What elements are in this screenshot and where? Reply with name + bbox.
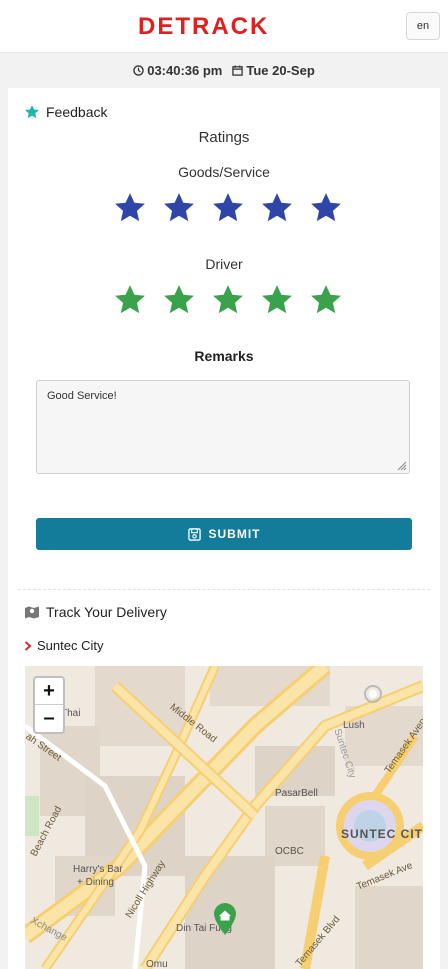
location-name: Suntec City: [37, 638, 104, 653]
driver-star-5[interactable]: [309, 283, 343, 317]
feedback-title: Feedback: [46, 104, 108, 120]
submit-button[interactable]: SUBMIT: [36, 518, 412, 550]
datetime-bar: 03:40:36 pm Tue 20-Sep: [0, 53, 448, 87]
logo-text: DETRACK: [138, 14, 269, 38]
goods-rating: [113, 190, 343, 226]
remarks-text: Good Service!: [47, 390, 117, 402]
map-label-harrys-bar: Harry's Bar: [73, 864, 123, 875]
driver-star-1[interactable]: [113, 283, 147, 317]
feedback-card: Feedback Ratings Goods/Service Driver Re…: [8, 88, 440, 969]
map-label-pasarbell: PasarBell: [275, 788, 318, 799]
map-label-lush: Lush: [343, 720, 365, 731]
goods-star-2[interactable]: [162, 191, 196, 225]
remarks-textarea[interactable]: Good Service!: [36, 380, 410, 474]
goods-star-4[interactable]: [260, 191, 294, 225]
driver-label: Driver: [205, 256, 243, 272]
track-delivery-heading: Track Your Delivery: [24, 604, 167, 620]
driver-star-4[interactable]: [260, 283, 294, 317]
map-icon: [25, 606, 39, 619]
goods-service-label: Goods/Service: [178, 164, 270, 180]
submit-label: SUBMIT: [208, 527, 261, 541]
detrack-logo: DETRACK: [138, 14, 312, 38]
track-title: Track Your Delivery: [46, 604, 167, 620]
language-selector[interactable]: en: [406, 12, 440, 40]
calendar-icon: [232, 64, 244, 76]
app-header: DETRACK en: [0, 0, 448, 53]
map-label-harrys-dining: + Dining: [77, 877, 114, 888]
map-zoom-control: + –: [33, 676, 65, 734]
map-label-suntec: SUNTEC CIT: [341, 827, 423, 841]
map-label-ocbc: OCBC: [275, 846, 304, 857]
goods-star-1[interactable]: [113, 191, 147, 225]
chevron-right-icon: [24, 640, 32, 651]
delivery-location-marker[interactable]: [212, 902, 238, 936]
zoom-out-button[interactable]: –: [35, 705, 63, 731]
driver-rating: [113, 282, 343, 318]
delivery-map[interactable]: Thai Lush PasarBell OCBC SUNTEC CIT Harr…: [25, 666, 423, 969]
save-icon: [187, 527, 201, 541]
date-display: Tue 20-Sep: [232, 62, 315, 78]
driver-star-2[interactable]: [162, 283, 196, 317]
zoom-in-button[interactable]: +: [35, 678, 63, 705]
driver-star-3[interactable]: [211, 283, 245, 317]
delivery-location: Suntec City: [24, 638, 103, 653]
remarks-label: Remarks: [194, 348, 254, 364]
goods-star-3[interactable]: [211, 191, 245, 225]
time-display: 03:40:36 pm: [133, 63, 222, 78]
resize-grip-icon[interactable]: [397, 461, 407, 471]
goods-star-5[interactable]: [309, 191, 343, 225]
feedback-heading: Feedback: [24, 104, 107, 120]
ratings-title: Ratings: [198, 129, 250, 146]
clock-icon: [133, 64, 144, 76]
time-text: 03:40:36 pm: [147, 62, 223, 78]
star-icon: [25, 105, 39, 119]
section-divider: [18, 589, 430, 590]
map-label-omu: Omu: [146, 959, 168, 969]
date-text: Tue 20-Sep: [246, 62, 315, 78]
